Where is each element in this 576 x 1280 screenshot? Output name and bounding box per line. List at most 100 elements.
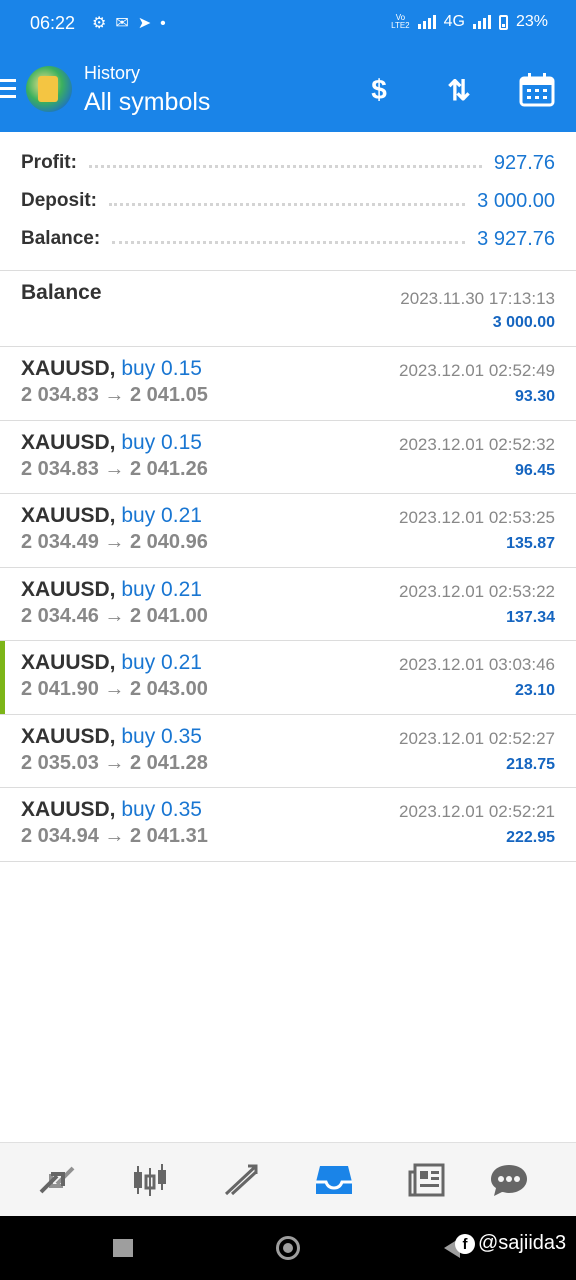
deal-date: 2023.12.01 02:53:22 [399,582,555,601]
deal-row[interactable]: XAUUSD, buy 0.35 2 035.03 → 2 041.28 202… [0,715,576,788]
deal-close-price: 2 040.96 [129,531,208,553]
deal-open-price: 2 034.83 [21,384,99,406]
deal-close-price: 2 041.05 [129,384,208,406]
currency-exchange-icon[interactable]: $ [356,68,402,112]
deal-symbol: XAUUSD, [21,725,116,748]
balance-entry-date: 2023.11.30 17:13:13 [400,289,555,308]
status-time: 06:22 [30,13,76,33]
arrow: → [104,752,125,774]
balance-entry-label: Balance [21,281,102,304]
deal-profit: 23.10 [514,682,555,699]
balance-entry-amount: 3 000.00 [492,314,555,331]
watermark: f @sajiida3 [455,1232,566,1255]
trade-icon[interactable] [219,1157,265,1203]
deal-row[interactable]: XAUUSD, buy 0.21 2 034.49 → 2 040.96 202… [0,494,576,568]
arrow: → [104,458,125,480]
volte-indicator: Vo LTE2 [391,13,410,30]
deal-profit: 137.34 [506,609,555,626]
page-title[interactable]: All symbols [84,88,210,117]
facebook-icon: f [455,1233,475,1254]
arrow: → [104,825,125,847]
deal-close-price: 2 043.00 [129,678,208,700]
balance-label: Balance: [21,228,101,249]
signal-icon-2 [472,15,491,29]
deal-side: buy 0.35 [121,798,202,821]
deal-close-price: 2 041.26 [129,458,208,480]
bottom-nav [0,1142,576,1217]
deal-close-price: 2 041.31 [129,825,208,847]
deal-profit: 135.87 [506,535,555,552]
deal-side: buy 0.21 [121,504,202,527]
profit-row: Profit: 927.76 [21,148,555,178]
deal-date: 2023.12.01 03:03:46 [399,655,555,674]
quotes-icon[interactable] [34,1157,80,1203]
deal-date: 2023.12.01 02:52:27 [399,729,555,748]
deal-symbol: XAUUSD, [21,798,116,821]
deal-open-price: 2 034.46 [21,605,99,627]
deal-side: buy 0.35 [121,725,202,748]
deal-open-price: 2 034.83 [21,458,99,480]
arrow: → [104,605,125,627]
deal-side: buy 0.15 [121,357,202,380]
leader-dots [109,197,466,206]
balance-value: 3 927.76 [477,227,555,250]
signal-icon [417,15,436,29]
profit-value: 927.76 [493,151,555,174]
selected-marker [0,641,5,714]
history-icon[interactable] [311,1157,357,1203]
chat-icon[interactable] [486,1157,532,1203]
deal-open-price: 2 035.03 [21,752,99,774]
leader-dots [112,235,466,244]
arrow: → [104,531,125,553]
deal-side: buy 0.21 [121,651,202,674]
deal-row[interactable]: XAUUSD, buy 0.35 2 034.94 → 2 041.31 202… [0,788,576,862]
deal-symbol: XAUUSD, [21,504,116,527]
deal-date: 2023.12.01 02:52:49 [399,361,555,380]
deal-row[interactable]: XAUUSD, buy 0.15 2 034.83 → 2 041.26 202… [0,421,576,494]
notification-icons: ⚙✉➤• [92,15,175,32]
deposit-label: Deposit: [21,190,97,211]
system-nav-bar: f @sajiida3 [0,1216,576,1280]
deal-row[interactable]: XAUUSD, buy 0.15 2 034.83 → 2 041.05 202… [0,347,576,421]
calendar-icon[interactable] [514,68,560,112]
network-type: 4G [443,13,465,30]
deposit-value: 3 000.00 [477,189,555,212]
arrow: → [104,384,125,406]
deal-date: 2023.12.01 02:52:32 [399,435,555,454]
deal-open-price: 2 041.90 [21,678,99,700]
deal-date: 2023.12.01 02:53:25 [399,508,555,527]
deal-row[interactable]: XAUUSD, buy 0.21 2 041.90 → 2 043.00 202… [0,641,576,715]
deal-row[interactable]: XAUUSD, buy 0.21 2 034.46 → 2 041.00 202… [0,568,576,641]
deal-profit: 222.95 [506,829,555,846]
page-subtitle: History [84,63,141,83]
home-button[interactable] [276,1236,300,1260]
recents-button[interactable] [113,1239,133,1257]
deal-symbol: XAUUSD, [21,431,116,454]
arrow: → [104,678,125,700]
deal-side: buy 0.15 [121,431,202,454]
balance-entry[interactable]: Balance 2023.11.30 17:13:13 3 000.00 [0,271,576,347]
menu-icon[interactable] [0,79,16,99]
profit-label: Profit: [21,152,77,173]
status-bar: 06:22 ⚙✉➤• Vo LTE2 4G 23% [0,0,576,48]
news-icon[interactable] [404,1157,450,1203]
deal-date: 2023.12.01 02:52:21 [399,802,555,821]
status-right: Vo LTE2 4G 23% [391,13,548,31]
battery-icon [498,14,508,30]
deposit-row: Deposit: 3 000.00 [21,186,555,216]
deal-close-price: 2 041.28 [129,752,208,774]
leader-dots [88,159,482,168]
app-logo [26,66,72,112]
balance-row: Balance: 3 927.76 [21,224,555,254]
deal-side: buy 0.21 [121,578,202,601]
chart-icon[interactable] [127,1157,173,1203]
deal-symbol: XAUUSD, [21,651,116,674]
deal-open-price: 2 034.94 [21,825,99,847]
deal-symbol: XAUUSD, [21,578,116,601]
battery-level: 23% [515,13,548,30]
deal-close-price: 2 041.00 [129,605,208,627]
deal-profit: 93.30 [514,388,555,405]
watermark-text: @sajiida3 [478,1232,567,1254]
sort-icon[interactable]: ⇅ [436,68,482,112]
summary-panel: Profit: 927.76 Deposit: 3 000.00 Balance… [0,132,576,271]
